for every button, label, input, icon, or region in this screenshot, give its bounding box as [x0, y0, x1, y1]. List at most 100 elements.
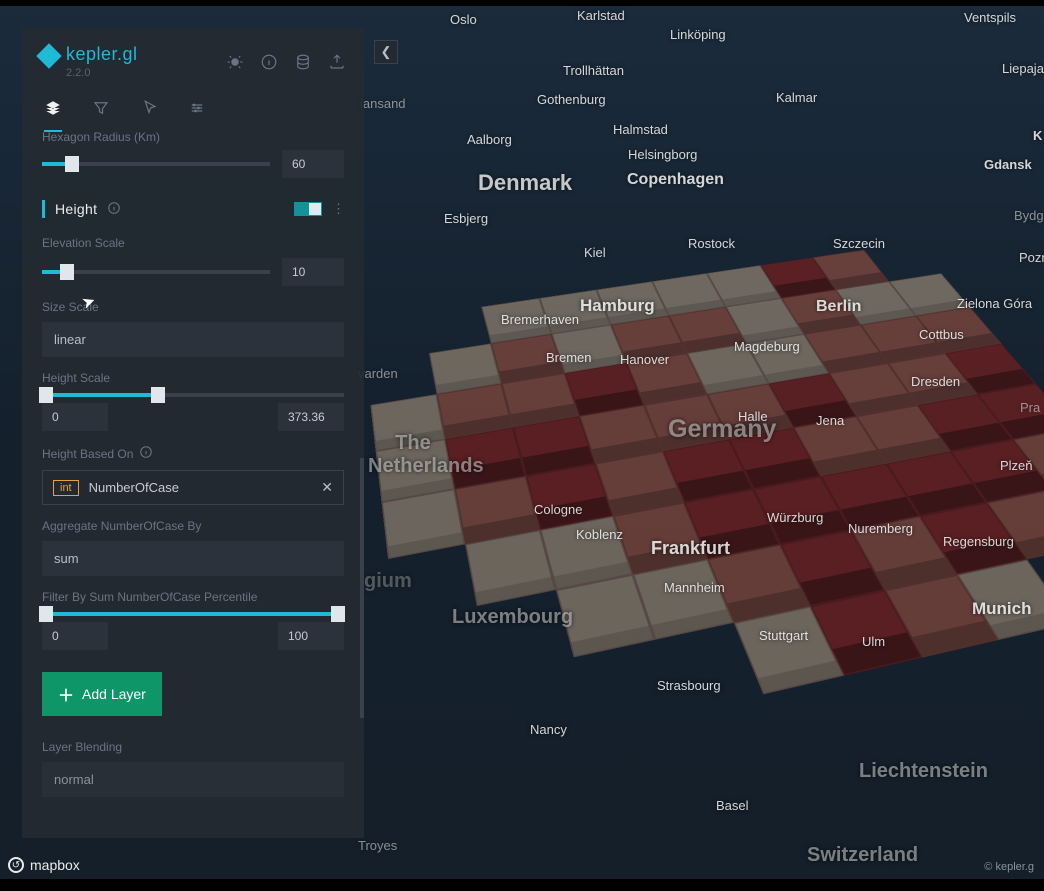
elevation-scale-label: Elevation Scale: [42, 236, 344, 250]
map-label: Hanover: [620, 352, 669, 367]
tab-filters[interactable]: [92, 99, 110, 132]
map-label-country: Germany: [668, 415, 776, 444]
more-icon[interactable]: ⋮: [332, 201, 344, 217]
map-label: Jena: [816, 413, 844, 428]
map-label-country: TheNetherlands: [368, 432, 458, 478]
map-label: Cottbus: [919, 327, 964, 342]
map-label: Nuremberg: [848, 521, 913, 536]
map-label: Troyes: [358, 838, 397, 853]
radius-value[interactable]: 60: [282, 150, 344, 178]
map-label: Plzeň: [1000, 458, 1033, 473]
filter-max[interactable]: 100: [278, 622, 344, 650]
map-label: Ventspils: [964, 10, 1016, 25]
brand-name: kepler.gl: [66, 44, 138, 65]
clear-field-icon[interactable]: ✕: [321, 479, 333, 496]
map-label: Aalborg: [467, 132, 512, 147]
filter-percentile-range[interactable]: [42, 612, 344, 616]
header-actions: [226, 53, 346, 71]
map-label: Halmstad: [613, 122, 668, 137]
panel-tabs: [22, 85, 364, 132]
brand-version: 2.2.0: [66, 67, 138, 79]
map-label: Koblenz: [576, 527, 623, 542]
height-toggle[interactable]: [294, 202, 322, 216]
map-label: Strasbourg: [657, 678, 721, 693]
map-label: Poznań: [1019, 250, 1044, 265]
map-label: Szczecin: [833, 236, 885, 251]
map-label: gium: [364, 570, 412, 593]
elevation-scale-slider[interactable]: [42, 270, 270, 274]
map-label: Copenhagen: [627, 171, 724, 189]
height-scale-label: Height Scale: [42, 371, 344, 385]
height-scale-min[interactable]: 0: [42, 403, 108, 431]
mapbox-attribution[interactable]: ↺ mapbox: [8, 857, 80, 873]
map-label: Regensburg: [943, 534, 1014, 549]
map-label-country: Luxembourg: [452, 606, 573, 629]
map-label: Kiel: [584, 245, 606, 260]
map-label: Zielona Góra: [957, 296, 1032, 311]
height-based-on-label: Height Based On: [42, 445, 344, 462]
field-name: NumberOfCase: [89, 480, 312, 495]
map-label: Kalmar: [776, 90, 817, 105]
map-label: Stuttgart: [759, 628, 808, 643]
map-label: Basel: [716, 798, 749, 813]
map-label: Bydg: [1014, 208, 1044, 223]
add-layer-button[interactable]: ＋ Add Layer: [42, 672, 162, 716]
map-label-country: Switzerland: [807, 844, 918, 867]
map-label: Munich: [972, 599, 1032, 619]
side-panel: kepler.gl 2.2.0: [22, 28, 364, 838]
radius-label: Hexagon Radius (Km): [42, 132, 344, 144]
layer-blending-select[interactable]: normal: [42, 762, 344, 797]
tab-layers[interactable]: [44, 99, 62, 132]
section-title-height: Height: [55, 201, 97, 217]
info-icon[interactable]: [107, 201, 121, 218]
map-label-country: Liechtenstein: [859, 760, 988, 783]
hexagon-layer: [361, 231, 1044, 782]
tab-interactions[interactable]: [140, 99, 158, 132]
filter-min[interactable]: 0: [42, 622, 108, 650]
mapbox-logo-icon: ↺: [8, 857, 24, 873]
map-label: Würzburg: [767, 510, 823, 525]
map-label: Dresden: [911, 374, 960, 389]
size-scale-select[interactable]: linear: [42, 322, 344, 357]
map-label: Frankfurt: [651, 538, 730, 559]
info-icon[interactable]: [260, 53, 278, 71]
map-label: Bremerhaven: [501, 312, 579, 327]
map-label: Liepaja: [1002, 61, 1044, 76]
map-label: Berlin: [816, 298, 861, 316]
map-label: iansand: [360, 96, 406, 111]
map-label: Linköping: [670, 27, 726, 42]
height-scale-range[interactable]: [42, 393, 344, 397]
radius-slider[interactable]: [42, 162, 270, 166]
height-scale-max[interactable]: 373.36: [278, 403, 344, 431]
info-icon[interactable]: [139, 445, 153, 462]
map-label: Helsingborg: [628, 147, 697, 162]
collapse-sidebar-button[interactable]: ❮: [374, 40, 398, 64]
map-label: Gothenburg: [537, 92, 606, 107]
height-field-chip[interactable]: int NumberOfCase ✕: [42, 470, 344, 505]
map-label: Oslo: [450, 12, 477, 27]
map-label: Magdeburg: [734, 339, 800, 354]
aggregate-label: Aggregate NumberOfCase By: [42, 519, 344, 533]
elevation-scale-value[interactable]: 10: [282, 258, 344, 286]
kepler-attribution: © kepler.g: [984, 861, 1034, 873]
section-accent: [42, 200, 45, 218]
export-icon[interactable]: [328, 53, 346, 71]
panel-scrollbar[interactable]: [360, 458, 364, 718]
map-label: Hamburg: [580, 296, 655, 316]
storage-icon[interactable]: [294, 53, 312, 71]
map-label: Trollhättan: [563, 63, 624, 78]
tab-basemap[interactable]: [188, 99, 206, 132]
map-label: Cologne: [534, 502, 582, 517]
brand: kepler.gl 2.2.0: [40, 44, 138, 79]
map-label: Nancy: [530, 722, 567, 737]
field-type-tag: int: [53, 480, 79, 496]
filter-percentile-label: Filter By Sum NumberOfCase Percentile: [42, 590, 344, 604]
aggregate-select[interactable]: sum: [42, 541, 344, 576]
section-height-header: Height ⋮: [42, 196, 344, 222]
map-label: K: [1033, 128, 1042, 143]
panel-header: kepler.gl 2.2.0: [22, 28, 364, 85]
map-label: Ulm: [862, 634, 885, 649]
bug-icon[interactable]: [226, 53, 244, 71]
panel-body: Hexagon Radius (Km) 60 Height ⋮ Elevatio: [22, 132, 364, 812]
map-label-country: Denmark: [478, 170, 572, 196]
